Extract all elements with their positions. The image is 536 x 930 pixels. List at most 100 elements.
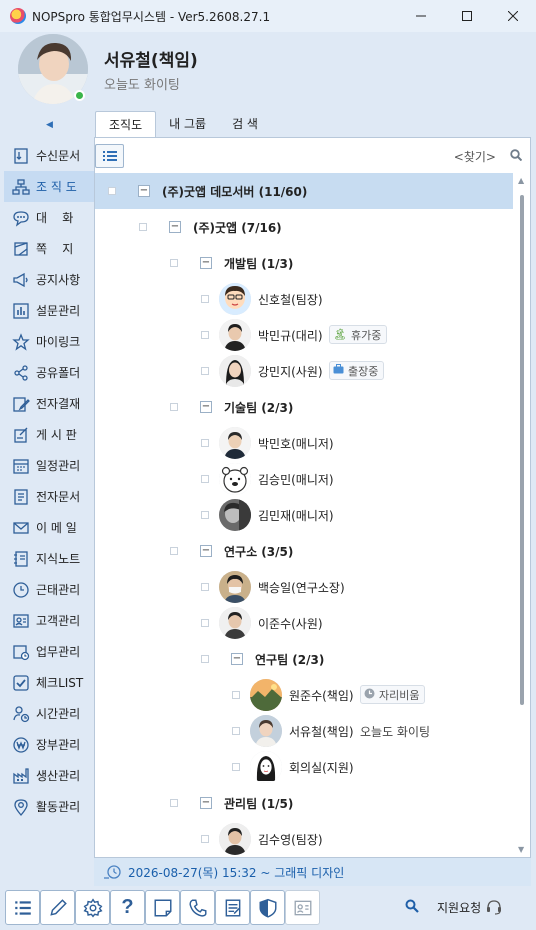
- report-button[interactable]: [215, 890, 250, 925]
- member-avatar[interactable]: [219, 571, 251, 603]
- scroll-thumb[interactable]: [520, 195, 524, 705]
- nav-item-6[interactable]: 마이링크: [4, 326, 94, 357]
- member-avatar[interactable]: [219, 355, 251, 387]
- scroll-down-icon[interactable]: ▼: [518, 845, 524, 854]
- tab-search[interactable]: 검 색: [219, 111, 271, 137]
- nav-item-20[interactable]: 생산관리: [4, 760, 94, 791]
- nav-item-12[interactable]: 이 메 일: [4, 512, 94, 543]
- member-avatar[interactable]: [219, 427, 251, 459]
- find-link[interactable]: <찾기>: [454, 148, 496, 165]
- memo-button[interactable]: [145, 890, 180, 925]
- tree-member-row[interactable]: 김승민(매니저): [95, 461, 513, 497]
- collapse-toggle-icon[interactable]: −: [138, 185, 150, 197]
- collapse-toggle-icon[interactable]: −: [200, 545, 212, 557]
- member-avatar[interactable]: [219, 607, 251, 639]
- row-checkbox[interactable]: [170, 547, 178, 555]
- settings-gear-button[interactable]: [75, 890, 110, 925]
- tree-member-row[interactable]: 서유철(책임) 오늘도 화이팅: [95, 713, 513, 749]
- member-avatar[interactable]: [219, 319, 251, 351]
- row-checkbox[interactable]: [201, 655, 209, 663]
- row-checkbox[interactable]: [201, 367, 209, 375]
- tree-member-row[interactable]: 김민재(매니저): [95, 497, 513, 533]
- schedule-bar[interactable]: 2026-08-27(목) 15:32 ~ 그래픽 디자인: [94, 858, 531, 886]
- row-checkbox[interactable]: [139, 223, 147, 231]
- collapse-toggle-icon[interactable]: −: [200, 257, 212, 269]
- close-button[interactable]: [490, 0, 536, 32]
- title-bar[interactable]: NOPSpro 통합업무시스템 - Ver5.2608.27.1: [0, 0, 536, 32]
- nav-item-7[interactable]: 공유폴더: [4, 357, 94, 388]
- nav-item-13[interactable]: 지식노트: [4, 543, 94, 574]
- tree-group-row[interactable]: − (주)굿앱 데모서버 (11/60): [95, 173, 513, 209]
- collapse-toggle-icon[interactable]: −: [200, 401, 212, 413]
- tree-group-row[interactable]: − 연구팀 (2/3): [95, 641, 513, 677]
- nav-item-2[interactable]: 대 화: [4, 202, 94, 233]
- tree-member-row[interactable]: 회의실(지원): [95, 749, 513, 785]
- row-checkbox[interactable]: [232, 763, 240, 771]
- tree-member-row[interactable]: 신호철(팀장): [95, 281, 513, 317]
- nav-item-8[interactable]: 전자결재: [4, 388, 94, 419]
- tree-group-row[interactable]: − 개발팀 (1/3): [95, 245, 513, 281]
- collapse-toggle-icon[interactable]: −: [169, 221, 181, 233]
- collapse-left-icon[interactable]: ◀: [46, 120, 53, 130]
- row-checkbox[interactable]: [201, 511, 209, 519]
- member-avatar[interactable]: [250, 679, 282, 711]
- tree-group-row[interactable]: − 기술팀 (2/3): [95, 389, 513, 425]
- nav-item-9[interactable]: 게 시 판: [4, 419, 94, 450]
- phone-button[interactable]: [180, 890, 215, 925]
- row-checkbox[interactable]: [201, 619, 209, 627]
- nav-item-1[interactable]: 조 직 도: [4, 171, 94, 202]
- collapse-toggle-icon[interactable]: −: [231, 653, 243, 665]
- id-card-button[interactable]: [285, 890, 320, 925]
- minimize-button[interactable]: [398, 0, 444, 32]
- bottom-search-icon[interactable]: [405, 899, 419, 913]
- tree-member-row[interactable]: 원준수(책임) 자리비움: [95, 677, 513, 713]
- row-checkbox[interactable]: [232, 727, 240, 735]
- tree-group-row[interactable]: − 관리팀 (1/5): [95, 785, 513, 821]
- row-checkbox[interactable]: [232, 691, 240, 699]
- nav-item-19[interactable]: 장부관리: [4, 729, 94, 760]
- nav-item-4[interactable]: 공지사항: [4, 264, 94, 295]
- tree-member-row[interactable]: 이준수(사원): [95, 605, 513, 641]
- row-checkbox[interactable]: [201, 475, 209, 483]
- tree-member-row[interactable]: 김수영(팀장): [95, 821, 513, 857]
- member-avatar[interactable]: [219, 823, 251, 855]
- member-avatar[interactable]: [250, 715, 282, 747]
- row-checkbox[interactable]: [170, 259, 178, 267]
- nav-item-5[interactable]: 설문관리: [4, 295, 94, 326]
- nav-item-15[interactable]: 고객관리: [4, 605, 94, 636]
- tree-member-row[interactable]: 박민규(대리) 🏝 휴가중: [95, 317, 513, 353]
- member-avatar[interactable]: [250, 751, 282, 783]
- tree-scrollbar[interactable]: ▲ ▼: [514, 173, 530, 857]
- tree-member-row[interactable]: 박민호(매니저): [95, 425, 513, 461]
- nav-item-3[interactable]: 쪽 지: [4, 233, 94, 264]
- tree-member-row[interactable]: 백승일(연구소장): [95, 569, 513, 605]
- row-checkbox[interactable]: [201, 439, 209, 447]
- scroll-up-icon[interactable]: ▲: [518, 176, 524, 185]
- nav-item-16[interactable]: 업무관리: [4, 636, 94, 667]
- nav-item-21[interactable]: 활동관리: [4, 791, 94, 822]
- nav-item-17[interactable]: 체크LIST: [4, 667, 94, 698]
- nav-item-10[interactable]: 일정관리: [4, 450, 94, 481]
- member-avatar[interactable]: [219, 463, 251, 495]
- tree-member-row[interactable]: 강민지(사원) 출장중: [95, 353, 513, 389]
- row-checkbox[interactable]: [108, 187, 116, 195]
- maximize-button[interactable]: [444, 0, 490, 32]
- tab-my-group[interactable]: 내 그룹: [156, 111, 219, 137]
- nav-item-14[interactable]: 근태관리: [4, 574, 94, 605]
- pencil-button[interactable]: [40, 890, 75, 925]
- row-checkbox[interactable]: [201, 835, 209, 843]
- tree-group-row[interactable]: − (주)굿앱 (7/16): [95, 209, 513, 245]
- member-avatar[interactable]: [219, 283, 251, 315]
- support-request-link[interactable]: 지원요청: [437, 899, 481, 916]
- nav-item-11[interactable]: 전자문서: [4, 481, 94, 512]
- tree-group-row[interactable]: − 연구소 (3/5): [95, 533, 513, 569]
- nav-item-0[interactable]: 수신문서: [4, 140, 94, 171]
- member-avatar[interactable]: [219, 499, 251, 531]
- help-question-button[interactable]: ?: [110, 890, 145, 925]
- headset-icon[interactable]: [485, 898, 503, 916]
- collapse-toggle-icon[interactable]: −: [200, 797, 212, 809]
- row-checkbox[interactable]: [170, 403, 178, 411]
- security-shield-button[interactable]: [250, 890, 285, 925]
- search-icon[interactable]: [510, 149, 522, 161]
- row-checkbox[interactable]: [201, 583, 209, 591]
